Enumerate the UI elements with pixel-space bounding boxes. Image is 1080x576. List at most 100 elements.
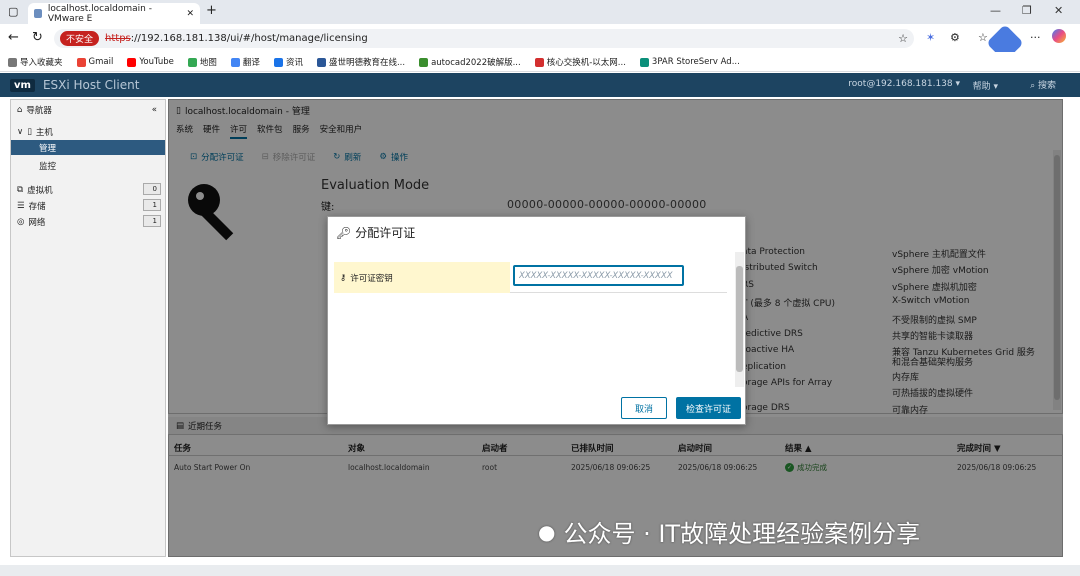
wechat-icon: ●: [538, 519, 556, 544]
back-icon[interactable]: ←: [8, 30, 19, 45]
bookmark-label: 核心交换机-以太网...: [546, 58, 626, 68]
search-box[interactable]: ⌕ 搜索: [1030, 78, 1056, 91]
navigator-title: 导航器: [26, 105, 52, 116]
host-icon: ▯: [27, 126, 32, 137]
nav-host-label: 主机: [35, 127, 53, 138]
not-secure-badge[interactable]: 不安全: [60, 31, 100, 46]
bookmark-icon: [316, 57, 326, 67]
search-placeholder: 搜索: [1037, 81, 1056, 91]
bookmark-label: 盛世明德教育在线...: [328, 58, 406, 68]
nav-storage-label: 存储: [28, 201, 46, 212]
cancel-button[interactable]: 取消: [621, 397, 667, 419]
bookmark-label: Gmail: [88, 57, 114, 67]
nav-vms-label: 虚拟机: [27, 185, 53, 196]
nav-monitor[interactable]: 监控: [11, 158, 165, 173]
favorites-icon[interactable]: ☆: [978, 31, 988, 44]
watermark-text: 公众号 · IT故障处理经验案例分享: [563, 520, 921, 548]
new-tab-icon[interactable]: +: [206, 3, 217, 18]
browser-tab[interactable]: localhost.localdomain - VMware E ✕: [28, 3, 200, 24]
nav-storage[interactable]: ☰ 存储 1: [11, 198, 165, 213]
tab-actions-icon[interactable]: ▢: [8, 5, 18, 18]
search-icon: ⌕: [1030, 81, 1038, 91]
bookmark-list: 导入收藏夹 Gmail YouTube 地图 翻译 资讯 盛世明德教育在线... autoca…: [8, 56, 740, 68]
bookmark-label: 3PAR StoreServ Ad...: [651, 57, 740, 67]
network-icon: ◎: [17, 216, 25, 227]
copilot-icon[interactable]: [1052, 29, 1066, 43]
vm-icon: ⧉: [17, 184, 24, 195]
license-key-label-cell: ⚷ 许可证密钥: [334, 262, 510, 293]
bookmark-item[interactable]: 核心交换机-以太网...: [534, 56, 626, 68]
help-menu[interactable]: 帮助 ▾: [973, 79, 998, 92]
app-title: ESXi Host Client: [42, 78, 140, 92]
close-window-icon[interactable]: ✕: [1054, 4, 1063, 17]
bookmark-item[interactable]: autocad2022破解版...: [419, 56, 521, 68]
collapse-icon[interactable]: «: [152, 105, 157, 115]
url-scheme: https: [105, 33, 131, 44]
bookmark-icon: [230, 57, 240, 67]
bookmark-label: 导入收藏夹: [20, 58, 63, 68]
bookmark-icon: [534, 57, 544, 67]
bookmark-icon: [8, 57, 17, 67]
minimize-icon[interactable]: —: [990, 4, 1001, 17]
key-icon: ⚷: [340, 272, 347, 283]
close-tab-icon[interactable]: ✕: [186, 9, 194, 19]
network-count: 1: [143, 215, 161, 227]
bookmark-icon: [419, 57, 429, 67]
bookmark-label: YouTube: [139, 57, 174, 67]
settings-icon[interactable]: ⚙: [950, 31, 960, 44]
maximize-icon[interactable]: ❐: [1022, 4, 1032, 17]
check-license-button[interactable]: 检查许可证: [676, 397, 741, 419]
vms-count: 0: [143, 183, 161, 195]
storage-icon: ☰: [17, 200, 25, 211]
bookmark-label: 资讯: [285, 58, 303, 68]
vm-logo: vm: [10, 78, 35, 92]
storage-count: 1: [143, 199, 161, 211]
dialog-title: 🔑︎ 分配许可证: [336, 224, 415, 241]
user-menu[interactable]: root@192.168.181.138 ▾: [848, 79, 960, 89]
bookmark-item[interactable]: 3PAR StoreServ Ad...: [639, 56, 740, 68]
nav-manage-label: 管理: [39, 143, 57, 154]
key-icon: 🔑︎: [336, 225, 352, 240]
bookmark-icon: [639, 57, 649, 67]
navigator-header: ⌂ 导航器 «: [11, 102, 165, 117]
chevron-down-icon: ∨: [17, 126, 24, 137]
bookmark-item[interactable]: 资讯: [273, 56, 303, 68]
bookmark-item[interactable]: Gmail: [76, 56, 114, 68]
license-key-input[interactable]: [513, 265, 684, 286]
bookmark-item[interactable]: 翻译: [230, 56, 260, 68]
reload-icon[interactable]: ↻: [32, 30, 43, 45]
nav-network-label: 网络: [28, 217, 46, 228]
bookmark-item[interactable]: YouTube: [127, 56, 174, 68]
more-menu-icon[interactable]: ···: [1030, 31, 1041, 44]
bookmark-item[interactable]: 盛世明德教育在线...: [316, 56, 406, 68]
assign-license-dialog: [327, 216, 746, 425]
bookmark-icon: [187, 57, 197, 67]
bookmark-item[interactable]: 地图: [187, 56, 217, 68]
vmware-favicon-icon: [34, 9, 42, 18]
tab-title: localhost.localdomain - VMware E: [47, 3, 152, 24]
home-icon: ⌂: [17, 104, 23, 115]
bookmark-item[interactable]: 导入收藏夹: [8, 56, 63, 68]
nav-vms[interactable]: ⧉ 虚拟机 0: [11, 182, 165, 197]
dialog-scrollbar-thumb[interactable]: [736, 266, 743, 372]
extension-icon[interactable]: ✶: [926, 31, 935, 44]
nav-host[interactable]: ∨ ▯ 主机: [11, 124, 165, 139]
bookmark-label: 地图: [199, 58, 217, 68]
url-text: ://192.168.181.138/ui/#/host/manage/lice…: [130, 33, 368, 44]
taskbar-strip: [0, 565, 1080, 576]
dialog-title-text: 分配许可证: [355, 226, 416, 240]
wechat-watermark: ● 公众号 · IT故障处理经验案例分享: [538, 514, 920, 549]
bookmark-icon: [76, 57, 86, 67]
license-key-label: 许可证密钥: [350, 273, 393, 284]
nav-monitor-label: 监控: [39, 161, 57, 172]
favorite-star-icon[interactable]: ☆: [898, 32, 908, 45]
dialog-row-divider: [510, 292, 727, 293]
bookmark-icon: [127, 57, 137, 67]
navigator-panel: ⌂ 导航器 « ∨ ▯ 主机 管理 监控 ⧉ 虚拟机 0 ☰ 存储 1 ◎ 网络…: [10, 99, 166, 557]
bookmark-label: autocad2022破解版...: [431, 58, 521, 68]
url-box[interactable]: 不安全 https://192.168.181.138/ui/#/host/ma…: [54, 29, 914, 48]
nav-manage[interactable]: 管理: [11, 140, 165, 155]
bookmark-icon: [273, 57, 283, 67]
nav-network[interactable]: ◎ 网络 1: [11, 214, 165, 229]
bookmark-label: 翻译: [242, 58, 260, 68]
